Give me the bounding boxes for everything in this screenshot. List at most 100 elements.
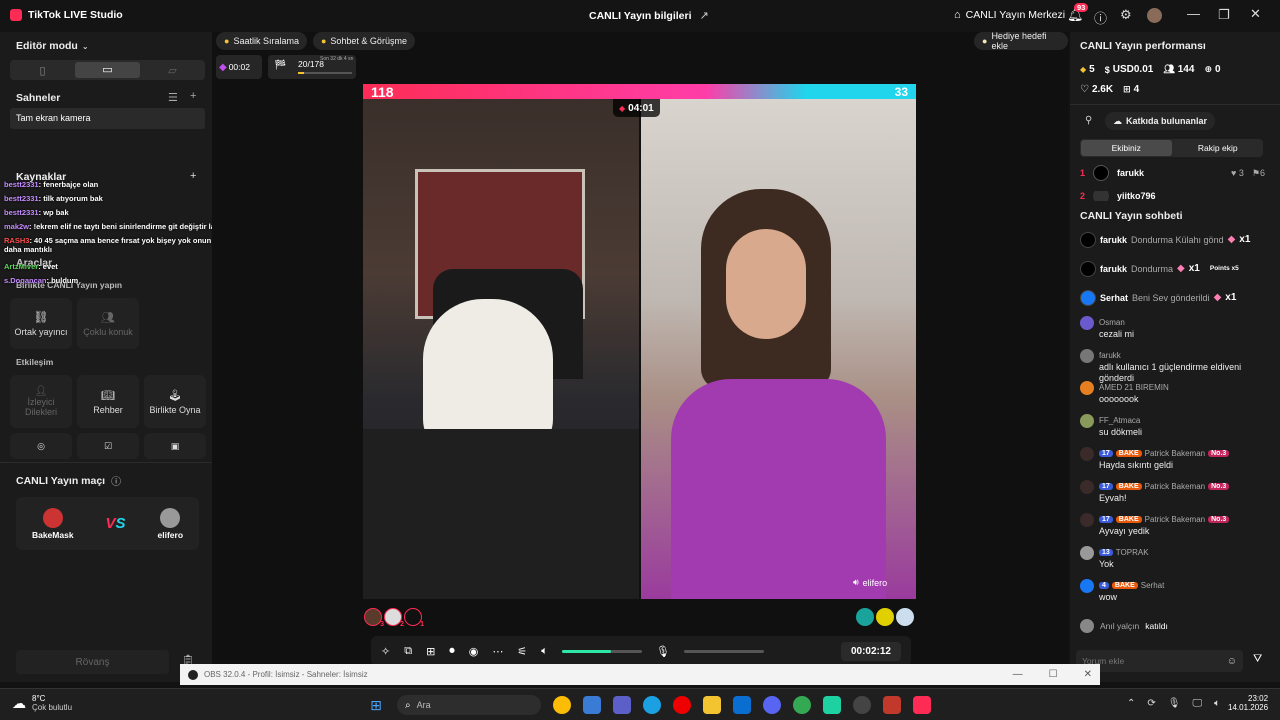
chat-meet-pill[interactable]: ● Sohbet & Görüşme <box>312 32 415 50</box>
chat-header: AMED 21 BIREMIN <box>1099 381 1169 394</box>
user-settings-icon[interactable]: ⚲ <box>1085 115 1092 126</box>
chrome-alt-icon[interactable] <box>793 696 811 714</box>
checkbox-icon: ☑ <box>103 440 113 451</box>
maximize-icon[interactable]: ❐ <box>1218 7 1230 23</box>
guest-label: 🔊︎ elifero <box>853 577 887 588</box>
monitor-icon[interactable]: 🖵︎ <box>1192 698 1202 709</box>
add-scene-icon[interactable]: + <box>190 90 196 102</box>
chat-text: wow <box>1099 592 1118 602</box>
avatar[interactable]: 1 <box>404 608 424 628</box>
avatar[interactable] <box>896 608 914 626</box>
volume-slider[interactable] <box>561 649 642 653</box>
magic-wand-icon[interactable]: ✧ <box>381 645 390 658</box>
store-icon[interactable] <box>583 696 601 714</box>
tab-rival-team[interactable]: Rakip ekip <box>1173 143 1264 153</box>
emoji-icon[interactable]: ☺ <box>1227 656 1237 667</box>
edge-icon[interactable] <box>643 696 661 714</box>
help-icon[interactable]: ⓘ <box>1094 8 1107 27</box>
avatar[interactable] <box>1147 8 1162 23</box>
obs-window-bar[interactable]: OBS 32.0.4 - Profil: İsimsiz - Sahneler:… <box>180 664 1100 685</box>
volume-icon[interactable]: 🔈︎ <box>1214 698 1220 709</box>
opera-icon[interactable] <box>673 696 691 714</box>
orientation-toggle: ▯ ▭ ▱ <box>10 60 205 80</box>
sync-icon[interactable]: ⟳ <box>1147 698 1155 709</box>
youtube-icon[interactable] <box>883 696 901 714</box>
tool-tile-box[interactable]: ▣ <box>144 433 206 459</box>
viewer-requests-tile[interactable]: 👤︎ İzleyici Dilekleri <box>10 375 72 428</box>
help-icon[interactable]: ⓘ <box>111 473 121 488</box>
weather-widget[interactable]: ☁ 8°C Çok bulutlu <box>12 694 72 712</box>
match-card: BakeMask VS elifero <box>16 497 199 550</box>
player2[interactable]: elifero <box>158 507 183 540</box>
gift-goal-button[interactable]: ● Hediye hedefi ekle <box>974 31 1068 51</box>
tool-tile-check[interactable]: ☑ <box>77 433 139 459</box>
contributor-row[interactable]: 1 farukk ♥ 3 ⚑6 <box>1080 165 1265 181</box>
avatar[interactable]: 3 <box>364 608 384 628</box>
folder-icon[interactable] <box>703 696 721 714</box>
mail-icon[interactable] <box>733 696 751 714</box>
frame-icon[interactable]: ⊞ <box>426 645 435 658</box>
play-together-tile[interactable]: 🕹︎ Birlikte Oyna <box>144 375 206 428</box>
co-host-tile[interactable]: ⛓ Ortak yayıncı <box>10 298 72 349</box>
hourly-ranking-pill[interactable]: ● Saatlik Sıralama <box>216 32 307 50</box>
more-icon[interactable]: ⋯ <box>492 645 503 658</box>
avatar[interactable] <box>876 608 894 626</box>
record-icon[interactable]: ⏺ <box>449 645 455 658</box>
chat-user: TOPRAK <box>1115 548 1149 557</box>
close-icon[interactable]: ✕ <box>1250 6 1261 22</box>
avatar[interactable]: 2 <box>384 608 404 628</box>
camera-icon[interactable]: ◉ <box>469 645 479 658</box>
tiktok-icon[interactable] <box>913 696 931 714</box>
sliders-icon[interactable]: ⚟ <box>517 645 527 658</box>
screen-icon[interactable]: ⧉ <box>404 645 412 658</box>
scene-item[interactable]: Tam ekran kamera <box>10 108 205 129</box>
overlay-chat-message: : fenerbajçe olan <box>38 180 99 189</box>
filter-icon[interactable]: ⛛ <box>1253 653 1262 666</box>
tool-tile-target[interactable]: ◎ <box>10 433 72 459</box>
chat-text: Eyvah! <box>1099 493 1127 503</box>
guide-tile[interactable]: 📖︎ Rehber <box>77 375 139 428</box>
landscape-option[interactable]: ▭ <box>75 62 140 78</box>
player1[interactable]: BakeMask <box>32 507 74 540</box>
volume-icon[interactable]: 🔈︎ <box>541 645 548 658</box>
contributors-button[interactable]: ☁ Katkıda bulunanlar <box>1105 112 1216 130</box>
avatar <box>1080 447 1094 461</box>
editor-mode-dropdown[interactable]: Editör modu ⌄ <box>16 40 89 52</box>
multi-guest-tile[interactable]: 👥︎ Çoklu konuk <box>77 298 139 349</box>
portrait-option[interactable]: ▯ <box>10 64 75 77</box>
rank-badge: No.3 <box>1208 516 1230 523</box>
game-icon[interactable] <box>823 696 841 714</box>
mic-slider[interactable] <box>683 649 764 653</box>
tab-your-team[interactable]: Ekibiniz <box>1081 140 1172 156</box>
minimize-icon[interactable]: — <box>1187 6 1200 21</box>
comment-input[interactable] <box>1082 656 1227 666</box>
list-icon[interactable]: ☰ <box>168 91 178 104</box>
microphone-icon[interactable]: 🎙︎ <box>1168 698 1181 709</box>
discord-icon[interactable] <box>763 696 781 714</box>
chrome-icon[interactable] <box>553 696 571 714</box>
live-center-button[interactable]: ⌂ CANLI Yayın Merkezi <box>954 9 1065 21</box>
clock[interactable]: 23:02 14.01.2026 <box>1228 694 1268 712</box>
windows-start-icon[interactable]: ⊞ <box>367 696 385 714</box>
chevron-up-icon[interactable]: ⌃ <box>1127 698 1135 709</box>
followers-value: 0 <box>1214 64 1221 75</box>
gear-icon[interactable]: ⚙ <box>1120 7 1132 23</box>
overlay-chat-message: : evet <box>38 262 58 271</box>
notification-button[interactable]: 🔔︎ 93 <box>1067 3 1089 23</box>
obs-minimize-icon[interactable]: — <box>1013 669 1023 680</box>
add-source-icon[interactable]: + <box>190 170 196 182</box>
live-info-button[interactable]: CANLI Yayın bilgileri ↗ <box>589 9 709 23</box>
obs-maximize-icon[interactable]: ☐ <box>1049 669 1058 680</box>
chat-body: 17 BAKE Patrick Bakeman No.3 Hayda sıkıntı g… <box>1099 447 1230 480</box>
microphone-icon[interactable]: 🎙︎ <box>656 645 670 658</box>
teams-icon[interactable] <box>613 696 631 714</box>
other-option[interactable]: ▱ <box>140 64 205 77</box>
chat-message: 17 BAKE Patrick Bakeman No.3 Hayda sıkıntı g… <box>1080 447 1275 480</box>
overlay-chat-user: bestt2331 <box>4 194 39 203</box>
rematch-button[interactable]: Rövanş <box>16 650 169 674</box>
taskbar-search[interactable]: ⌕ Ara <box>397 695 541 715</box>
obs-close-icon[interactable]: ✕ <box>1084 669 1092 680</box>
contributor-row[interactable]: 2 yiitko796 <box>1080 191 1265 201</box>
avatar[interactable] <box>856 608 874 626</box>
obs-icon[interactable] <box>853 696 871 714</box>
